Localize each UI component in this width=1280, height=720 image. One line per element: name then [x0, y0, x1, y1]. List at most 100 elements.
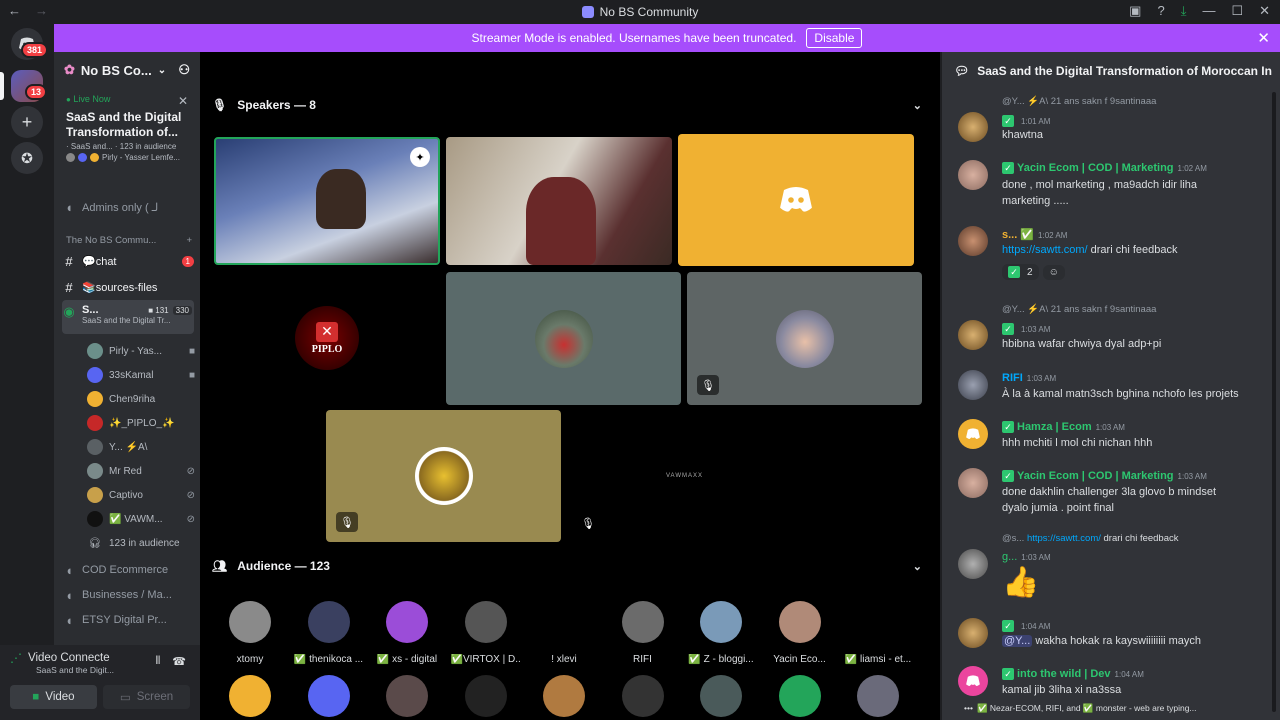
- avatar[interactable]: [958, 160, 988, 190]
- voice-status[interactable]: Video Connecte: [28, 652, 110, 664]
- speaker-tile-captivo[interactable]: 🎙︎: [687, 272, 922, 405]
- add-channel-icon[interactable]: +: [186, 235, 192, 246]
- audience-header[interactable]: 👥︎ Audience — 123 ⌄: [212, 559, 922, 573]
- inbox-icon[interactable]: ▣: [1129, 3, 1141, 19]
- speaker-tile-mrred[interactable]: [446, 272, 681, 405]
- avatar[interactable]: [958, 226, 988, 256]
- audience-member[interactable]: ✅ thenikoca ...: [294, 601, 364, 665]
- chevron-down-icon[interactable]: ⌄: [913, 99, 922, 112]
- back-arrow-icon[interactable]: ←: [8, 3, 21, 18]
- reply-preview[interactable]: @Y... ⚡A\ 21 ans sakn f 9santinaaa: [1002, 96, 1156, 107]
- audience-member[interactable]: RIFI: [608, 601, 678, 665]
- avatar[interactable]: [958, 666, 988, 696]
- category-header[interactable]: The No BS Commu... +: [66, 235, 192, 246]
- message-author[interactable]: s... ✅: [1002, 229, 1034, 241]
- chat-message[interactable]: @Y... ⚡A\ 21 ans sakn f 9santinaaa ✓ 1:03…: [958, 304, 1268, 352]
- message-link[interactable]: https://sawtt.com/: [1002, 244, 1088, 256]
- audience-member[interactable]: ✅ liamsi - et...: [843, 601, 913, 665]
- audience-member[interactable]: [529, 675, 599, 717]
- voice-member[interactable]: ✅ VAWM... ⊘: [87, 508, 195, 530]
- audience-member[interactable]: [843, 675, 913, 717]
- channel-sources[interactable]: ▸ # 📚sources-files: [62, 276, 194, 298]
- chat-message[interactable]: ✓ 1:04 AM @Y... wakha hokak ra kayswiiiii…: [958, 618, 1268, 654]
- chat-message[interactable]: ✓ Yacin Ecom | COD | Marketing 1:02 AM don…: [958, 160, 1268, 210]
- voice-member[interactable]: Chen9riha: [87, 388, 195, 410]
- voice-member[interactable]: Mr Red ⊘: [87, 460, 195, 482]
- audience-member[interactable]: [372, 675, 442, 717]
- video-button[interactable]: ■ Video: [10, 685, 97, 709]
- avatar[interactable]: [958, 618, 988, 648]
- channel-chat[interactable]: ▸ # 💬chat 1: [62, 250, 194, 272]
- message-author[interactable]: Yacin Ecom | COD | Marketing: [1017, 162, 1174, 174]
- audience-member[interactable]: [765, 675, 835, 717]
- chat-scroll-thumb[interactable]: [1272, 652, 1276, 702]
- forward-arrow-icon[interactable]: →: [35, 3, 48, 18]
- chat-message[interactable]: ✓ Hamza | Ecom 1:03 AM hhh mchiti l mol ch…: [958, 419, 1268, 455]
- server-header[interactable]: ✿ No BS Co... ⌄ ⚇: [54, 52, 200, 88]
- voice-member[interactable]: Captivo ⊘: [87, 484, 195, 506]
- pin-icon[interactable]: ✦: [410, 147, 430, 167]
- maximize-icon[interactable]: ☐: [1231, 3, 1243, 19]
- voice-member[interactable]: Pirly - Yas... ■: [87, 340, 195, 362]
- message-author[interactable]: RIFI: [1002, 372, 1023, 384]
- screen-share-button[interactable]: ▭ Screen: [103, 685, 190, 709]
- chat-message[interactable]: ✓ Yacin Ecom | COD | Marketing 1:03 AM don…: [958, 468, 1268, 518]
- reaction-check[interactable]: ✓ 2: [1002, 264, 1039, 280]
- chat-message[interactable]: RIFI 1:03 AM À la à kamal matn3sch bghina…: [958, 370, 1268, 406]
- chat-message[interactable]: @Y... ⚡A\ 21 ans sakn f 9santinaaa ✓ 1:01…: [958, 96, 1268, 144]
- stage-topic[interactable]: SaaS and the Digital Transformation of..…: [66, 110, 188, 140]
- audience-member[interactable]: xtomy: [215, 601, 285, 665]
- reply-preview[interactable]: @Y... ⚡A\ 21 ans sakn f 9santinaaa: [1002, 304, 1156, 315]
- audience-member[interactable]: ✅VIRTOX | D...: [451, 601, 521, 665]
- avatar[interactable]: [958, 370, 988, 400]
- disable-button[interactable]: Disable: [806, 28, 863, 48]
- speaker-tile-piplo[interactable]: ✕ PIPLO: [214, 272, 440, 404]
- banner-close-icon[interactable]: ✕: [1257, 29, 1270, 47]
- close-window-icon[interactable]: ✕: [1259, 3, 1270, 19]
- channel-business[interactable]: ◖ Businesses / Ma...: [62, 584, 194, 606]
- chat-message[interactable]: s... ✅ 1:02 AM https://sawtt.com/ drari c…: [958, 226, 1268, 286]
- add-server-icon[interactable]: +: [11, 106, 43, 138]
- audience-member[interactable]: ✅ Z - bloggi...: [686, 601, 756, 665]
- speaker-tile-vawmaxx[interactable]: VAWMAXX 🎙︎: [567, 410, 802, 542]
- discover-icon[interactable]: ✪: [11, 142, 43, 174]
- add-reaction-icon[interactable]: ☺: [1042, 265, 1065, 280]
- channel-etsy[interactable]: ◖ ETSY Digital Pr...: [62, 609, 194, 631]
- audience-member[interactable]: ! xlevi: [529, 601, 599, 665]
- message-author[interactable]: into the wild | Dev: [1017, 668, 1111, 680]
- avatar[interactable]: [958, 549, 988, 579]
- audience-member[interactable]: [294, 675, 364, 717]
- voice-member[interactable]: ✨_PIPLO_✨: [87, 412, 195, 434]
- channel-stage-active[interactable]: ◉ S... ■ 131 330 SaaS and the Digital Tr…: [62, 300, 194, 334]
- channel-admins-only[interactable]: ◖ Admins only ( لـ: [62, 196, 194, 218]
- voice-member[interactable]: Y... ⚡A\: [87, 436, 195, 458]
- avatar[interactable]: [958, 320, 988, 350]
- speaker-tile-video-1[interactable]: ✦: [214, 137, 440, 265]
- voice-member[interactable]: 33sKamal ■: [87, 364, 195, 386]
- avatar[interactable]: [958, 419, 988, 449]
- reply-preview[interactable]: @s... https://sawtt.com/ drari chi feedb…: [1002, 533, 1179, 544]
- message-author[interactable]: Hamza | Ecom: [1017, 421, 1092, 433]
- audience-member[interactable]: [686, 675, 756, 717]
- audience-member[interactable]: [215, 675, 285, 717]
- disconnect-icon[interactable]: ☎: [172, 655, 186, 668]
- dismiss-live-icon[interactable]: ✕: [178, 94, 188, 108]
- chat-message[interactable]: @s... https://sawtt.com/ drari chi feedb…: [958, 533, 1268, 605]
- download-icon[interactable]: ⤓: [1181, 3, 1187, 19]
- audience-member[interactable]: [608, 675, 678, 717]
- message-author[interactable]: Yacin Ecom | COD | Marketing: [1017, 470, 1174, 482]
- speaker-tile-video-2[interactable]: [446, 137, 672, 265]
- audience-member[interactable]: [451, 675, 521, 717]
- audience-member[interactable]: Yacin Eco...: [765, 601, 835, 665]
- live-now-card[interactable]: ● Live Now ✕: [66, 94, 188, 108]
- invite-people-icon[interactable]: ⚇: [178, 62, 190, 78]
- avatar[interactable]: [958, 112, 988, 142]
- avatar[interactable]: [958, 468, 988, 498]
- chat-scrollbar[interactable]: [1272, 92, 1276, 712]
- noise-suppression-icon[interactable]: ⦀: [155, 655, 160, 668]
- chevron-down-icon[interactable]: ⌄: [913, 560, 922, 573]
- help-icon[interactable]: ?: [1157, 3, 1164, 19]
- chat-message[interactable]: ✓ into the wild | Dev 1:04 AM kamal jib 3l…: [958, 666, 1268, 702]
- channel-cod[interactable]: ◖ COD Ecommerce: [62, 559, 194, 581]
- mention[interactable]: @Y...: [1002, 635, 1033, 647]
